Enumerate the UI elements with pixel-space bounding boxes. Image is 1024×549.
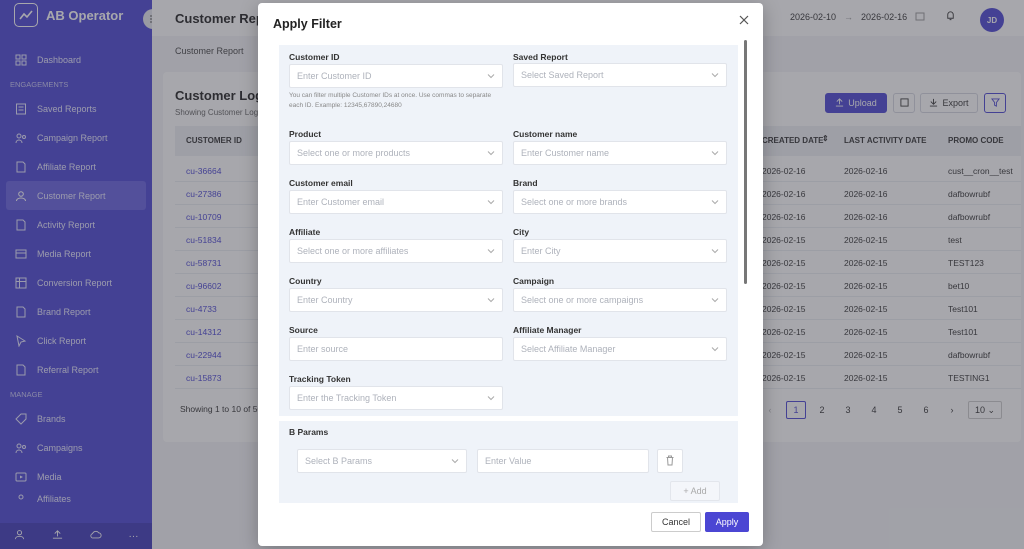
cancel-button[interactable]: Cancel bbox=[651, 512, 701, 532]
customer-id-input[interactable]: Enter Customer ID bbox=[289, 64, 503, 88]
saved-report-select[interactable]: Select Saved Report bbox=[513, 63, 727, 87]
source-input[interactable]: Enter source bbox=[289, 337, 503, 361]
tracking-token-label: Tracking Token bbox=[289, 374, 351, 384]
country-label: Country bbox=[289, 276, 322, 286]
trash-icon bbox=[665, 455, 675, 468]
apply-button[interactable]: Apply bbox=[705, 512, 749, 532]
city-input[interactable]: Enter City bbox=[513, 239, 727, 263]
b-params-select[interactable]: Select B Params bbox=[297, 449, 467, 473]
chevron-down-icon bbox=[487, 74, 495, 79]
close-icon[interactable] bbox=[737, 13, 751, 27]
chevron-down-icon bbox=[711, 200, 719, 205]
affiliate-label: Affiliate bbox=[289, 227, 321, 237]
chevron-down-icon bbox=[711, 249, 719, 254]
tracking-token-select[interactable]: Enter the Tracking Token bbox=[289, 386, 503, 410]
apply-filter-modal: Apply Filter Customer ID Enter Customer … bbox=[258, 3, 763, 546]
chevron-down-icon bbox=[451, 459, 459, 464]
product-label: Product bbox=[289, 129, 322, 139]
campaign-select[interactable]: Select one or more campaigns bbox=[513, 288, 727, 312]
affiliate-select[interactable]: Select one or more affiliates bbox=[289, 239, 503, 263]
chevron-down-icon bbox=[711, 347, 719, 352]
chevron-down-icon bbox=[487, 200, 495, 205]
modal-scrollbar[interactable] bbox=[744, 40, 747, 284]
b-params-title: B Params bbox=[289, 427, 329, 437]
chevron-down-icon bbox=[711, 298, 719, 303]
affiliate-manager-label: Affiliate Manager bbox=[513, 325, 582, 335]
modal-title: Apply Filter bbox=[273, 17, 342, 31]
customer-name-input[interactable]: Enter Customer name bbox=[513, 141, 727, 165]
delete-param-button[interactable] bbox=[657, 449, 683, 473]
affiliate-manager-select[interactable]: Select Affiliate Manager bbox=[513, 337, 727, 361]
chevron-down-icon bbox=[487, 151, 495, 156]
customer-email-label: Customer email bbox=[289, 178, 353, 188]
chevron-down-icon bbox=[711, 73, 719, 78]
chevron-down-icon bbox=[487, 396, 495, 401]
chevron-down-icon bbox=[711, 151, 719, 156]
brand-label: Brand bbox=[513, 178, 538, 188]
chevron-down-icon bbox=[487, 249, 495, 254]
product-select[interactable]: Select one or more products bbox=[289, 141, 503, 165]
customer-id-label: Customer ID bbox=[289, 52, 340, 62]
source-label: Source bbox=[289, 325, 318, 335]
customer-name-label: Customer name bbox=[513, 129, 578, 139]
country-input[interactable]: Enter Country bbox=[289, 288, 503, 312]
customer-id-help: You can filter multiple Customer IDs at … bbox=[289, 92, 492, 109]
campaign-label: Campaign bbox=[513, 276, 555, 286]
city-label: City bbox=[513, 227, 530, 237]
chevron-down-icon bbox=[487, 298, 495, 303]
customer-email-input[interactable]: Enter Customer email bbox=[289, 190, 503, 214]
add-param-button[interactable]: + Add bbox=[670, 481, 720, 501]
b-params-value-input[interactable]: Enter Value bbox=[477, 449, 649, 473]
saved-report-label: Saved Report bbox=[513, 52, 568, 62]
brand-select[interactable]: Select one or more brands bbox=[513, 190, 727, 214]
